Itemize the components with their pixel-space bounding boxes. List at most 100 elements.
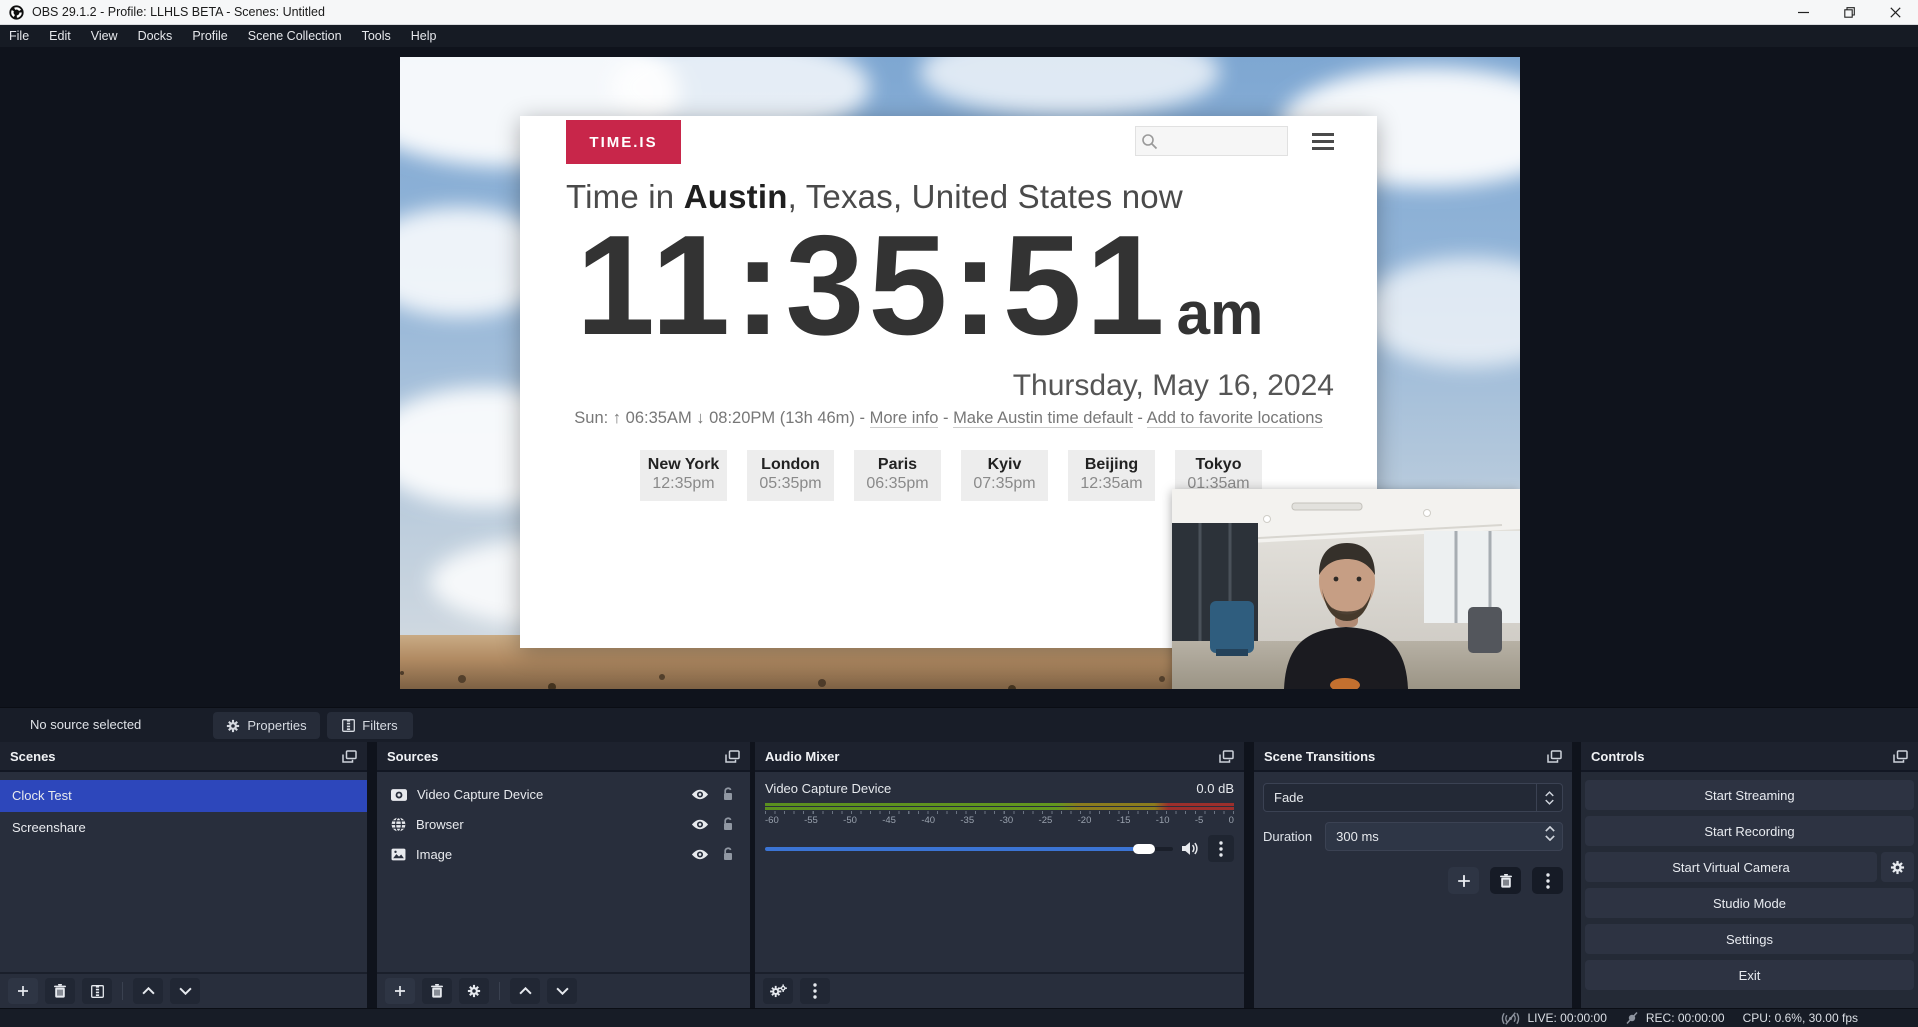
popout-icon[interactable]	[725, 750, 740, 763]
scene-item-screenshare[interactable]: Screenshare	[0, 812, 367, 844]
duration-spinner-arrows[interactable]	[1545, 826, 1555, 841]
cpu-fps-stats: CPU: 0.6%, 30.00 fps	[1743, 1011, 1858, 1025]
start-recording-button[interactable]: Start Recording	[1585, 816, 1914, 846]
trash-icon	[1500, 874, 1512, 888]
unlock-icon[interactable]	[722, 847, 734, 861]
scene-move-up-button[interactable]	[133, 978, 163, 1004]
menu-scene-collection[interactable]: Scene Collection	[238, 25, 352, 47]
eye-icon[interactable]	[691, 789, 709, 800]
close-button[interactable]	[1872, 0, 1918, 25]
advanced-audio-button[interactable]	[763, 978, 793, 1004]
menu-docks[interactable]: Docks	[128, 25, 183, 47]
city-newyork[interactable]: New York12:35pm	[640, 450, 727, 501]
restore-button[interactable]	[1826, 0, 1872, 25]
scene-transitions-dock: Scene Transitions Fade Duration 300 ms	[1254, 742, 1572, 1008]
popout-icon[interactable]	[342, 750, 357, 763]
scene-move-down-button[interactable]	[170, 978, 200, 1004]
source-context-bar: No source selected Properties Filters	[0, 707, 1918, 742]
duration-input[interactable]: 300 ms	[1325, 822, 1563, 851]
hamburger-menu-icon[interactable]	[1312, 133, 1334, 154]
obs-logo-icon	[9, 5, 24, 20]
eye-icon[interactable]	[691, 849, 709, 860]
source-move-up-button[interactable]	[510, 978, 540, 1004]
remove-source-button[interactable]	[422, 978, 452, 1004]
sources-dock: Sources Video Capture Device Browser	[377, 742, 750, 1008]
eye-icon[interactable]	[691, 819, 709, 830]
audio-mixer-dock-header[interactable]: Audio Mixer	[755, 742, 1244, 772]
mixer-options-button[interactable]	[1208, 835, 1234, 862]
filters-icon	[342, 719, 355, 732]
search-icon	[1141, 133, 1158, 150]
add-transition-button[interactable]	[1448, 867, 1479, 894]
add-favorite-link[interactable]: Add to favorite locations	[1147, 409, 1323, 428]
dots-icon	[813, 983, 817, 999]
menu-view[interactable]: View	[81, 25, 128, 47]
settings-button[interactable]: Settings	[1585, 924, 1914, 954]
remove-scene-button[interactable]	[45, 978, 75, 1004]
sources-dock-header[interactable]: Sources	[377, 742, 750, 772]
make-default-link[interactable]: Make Austin time default	[953, 409, 1133, 428]
menu-tools[interactable]: Tools	[352, 25, 401, 47]
start-virtual-camera-button[interactable]: Start Virtual Camera	[1585, 852, 1877, 882]
speaker-icon[interactable]	[1182, 841, 1199, 856]
city-kyiv[interactable]: Kyiv07:35pm	[961, 450, 1048, 501]
add-source-button[interactable]	[385, 978, 415, 1004]
timeis-date: Thursday, May 16, 2024	[1013, 369, 1334, 403]
volume-slider-handle[interactable]	[1133, 844, 1155, 854]
volume-slider[interactable]	[765, 847, 1173, 851]
scene-canvas[interactable]: TIME.IS Time in Austin, Texas, United St…	[400, 57, 1520, 689]
filters-button[interactable]: Filters	[327, 712, 413, 739]
source-properties-button[interactable]	[459, 978, 489, 1004]
chevron-up-icon	[1545, 826, 1555, 832]
search-input[interactable]	[1135, 126, 1288, 156]
scene-item-clock-test[interactable]: Clock Test	[0, 780, 367, 812]
webcam-source[interactable]	[1172, 489, 1520, 689]
popout-icon[interactable]	[1547, 750, 1562, 763]
menu-file[interactable]: File	[0, 25, 39, 47]
source-item-image[interactable]: Image	[377, 839, 750, 869]
exit-button[interactable]: Exit	[1585, 960, 1914, 990]
scene-filters-button[interactable]	[82, 978, 112, 1004]
menu-edit[interactable]: Edit	[39, 25, 81, 47]
transition-select-arrows[interactable]	[1536, 784, 1562, 811]
city-beijing[interactable]: Beijing12:35am	[1068, 450, 1155, 501]
dots-icon	[1546, 873, 1550, 889]
controls-body: Start Streaming Start Recording Start Vi…	[1581, 772, 1918, 1008]
controls-dock-header[interactable]: Controls	[1581, 742, 1918, 772]
plus-icon	[394, 985, 406, 997]
unlock-icon[interactable]	[722, 787, 734, 801]
menu-profile[interactable]: Profile	[182, 25, 237, 47]
dock-area: Scenes Clock Test Screenshare Sources	[0, 742, 1918, 1008]
studio-mode-button[interactable]: Studio Mode	[1585, 888, 1914, 918]
city-london[interactable]: London05:35pm	[747, 450, 834, 501]
popout-icon[interactable]	[1219, 750, 1234, 763]
source-item-browser[interactable]: Browser	[377, 809, 750, 839]
start-streaming-button[interactable]: Start Streaming	[1585, 780, 1914, 810]
add-scene-button[interactable]	[8, 978, 38, 1004]
virtual-camera-config-button[interactable]	[1881, 852, 1914, 882]
meter-tick-labels: -60-55-50-45-40-35-30-25-20-15-10-50	[765, 815, 1234, 826]
transition-select[interactable]: Fade	[1263, 783, 1563, 812]
properties-button[interactable]: Properties	[213, 712, 320, 739]
timeis-logo[interactable]: TIME.IS	[566, 120, 681, 164]
chevron-down-icon	[556, 987, 569, 995]
minimize-button[interactable]	[1780, 0, 1826, 25]
city-paris[interactable]: Paris06:35pm	[854, 450, 941, 501]
source-move-down-button[interactable]	[547, 978, 577, 1004]
title-bar: OBS 29.1.2 - Profile: LLHLS BETA - Scene…	[0, 0, 1918, 25]
unlock-icon[interactable]	[722, 817, 734, 831]
more-info-link[interactable]: More info	[870, 409, 939, 428]
gear-icon	[1890, 860, 1905, 875]
mixer-menu-button[interactable]	[800, 978, 830, 1004]
gear-icon	[226, 719, 240, 733]
scenes-toolbar	[0, 972, 367, 1008]
transition-properties-button[interactable]	[1532, 867, 1563, 894]
mixer-volume-db: 0.0 dB	[1196, 781, 1234, 796]
menu-help[interactable]: Help	[401, 25, 447, 47]
remove-transition-button[interactable]	[1490, 867, 1521, 894]
scenes-dock-header[interactable]: Scenes	[0, 742, 367, 772]
source-item-video-capture[interactable]: Video Capture Device	[377, 779, 750, 809]
world-cities-row: New York12:35pm London05:35pm Paris06:35…	[640, 450, 1262, 501]
transitions-dock-header[interactable]: Scene Transitions	[1254, 742, 1572, 772]
popout-icon[interactable]	[1893, 750, 1908, 763]
